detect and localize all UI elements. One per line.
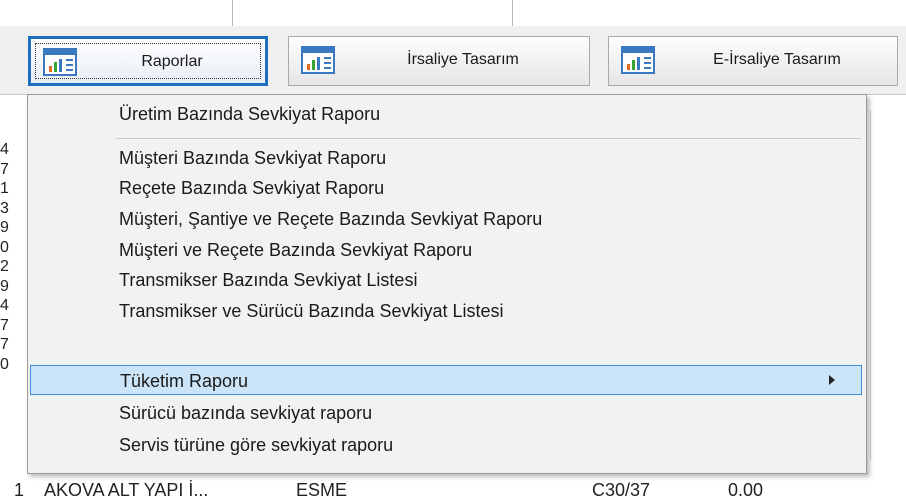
menu-item-label: Servis türüne göre sevkiyat raporu [119,435,394,455]
menu-item-transmixer-driver-list[interactable]: Transmikser ve Sürücü Bazında Sevkiyat L… [30,296,862,326]
menu-item-label: Müşteri, Şantiye ve Reçete Bazında Sevki… [119,209,543,229]
menu-item-production-shipment-report[interactable]: Üretim Bazında Sevkiyat Raporu [30,99,862,129]
menu-item-label: Üretim Bazında Sevkiyat Raporu [119,104,381,124]
submenu-arrow-icon [829,375,835,385]
grid-cell: 4 [0,141,9,158]
menu-item-transmixer-shipment-list[interactable]: Transmikser Bazında Sevkiyat Listesi [30,265,862,295]
grid-right-column [870,110,906,460]
waybill-design-button[interactable]: İrsaliye Tasarım [288,36,590,86]
report-chart-icon [43,48,77,76]
grid-cell: 7 [0,336,9,353]
grid-cell: 9 [0,219,9,236]
grid-cell: 1 [0,180,9,197]
menu-separator [116,138,861,139]
menu-item-label: Transmikser Bazında Sevkiyat Listesi [119,270,418,290]
grid-cell: 0 [0,355,9,373]
menu-item-recipe-shipment-report[interactable]: Reçete Bazında Sevkiyat Raporu [30,173,862,203]
customer-cell: AKOVA ALT YAPI İ... [44,480,209,500]
grid-cell: 4 [0,297,9,314]
report-chart-icon [621,46,655,74]
reports-dropdown-menu: Üretim Bazında Sevkiyat Raporu Müşteri B… [27,94,867,474]
menu-item-label: Müşteri Bazında Sevkiyat Raporu [119,148,387,168]
reports-button-label: Raporlar [141,53,203,70]
column-divider [232,0,233,26]
menu-item-label: Reçete Bazında Sevkiyat Raporu [119,178,385,198]
toolbar: Raporlar İrsaliye Tasarım E-İrsaliye Tas… [0,26,906,94]
quantity-cell: 0.00 [728,480,764,500]
menu-item-consumption-report[interactable]: Tüketim Raporu [30,365,862,395]
menu-item-label: Transmikser ve Sürücü Bazında Sevkiyat L… [119,301,504,321]
grid-cell: 0 [0,238,9,256]
grid-cell: 9 [0,277,9,295]
e-waybill-design-button[interactable]: E-İrsaliye Tasarım [608,36,898,86]
report-chart-icon [301,46,335,74]
menu-item-label: Müşteri ve Reçete Bazında Sevkiyat Rapor… [119,240,473,260]
top-strip [0,0,906,27]
menu-item-label: Sürücü bazında sevkiyat raporu [119,403,373,423]
menu-item-label: Tüketim Raporu [120,371,249,391]
row-number: 1 [14,480,25,500]
column-divider [512,0,513,26]
menu-item-driver-shipment-report[interactable]: Sürücü bazında sevkiyat raporu [30,398,862,428]
menu-item-customer-recipe-report[interactable]: Müşteri ve Reçete Bazında Sevkiyat Rapor… [30,235,862,265]
menu-item-customer-shipment-report[interactable]: Müşteri Bazında Sevkiyat Raporu [30,143,862,173]
grid-cell: 7 [0,316,9,334]
e-waybill-design-button-label: E-İrsaliye Tasarım [713,51,841,68]
reports-button[interactable]: Raporlar [28,36,268,86]
grid-cell: 3 [0,199,9,217]
waybill-design-button-label: İrsaliye Tasarım [407,51,519,68]
table-row[interactable]: 1 AKOVA ALT YAPI İ... ESME C30/37 0.00 [0,470,906,503]
grid-left-column: 4 7 1 3 9 0 2 9 4 7 7 0 [0,140,14,374]
recipe-cell: C30/37 [592,480,651,500]
menu-item-service-type-report[interactable]: Servis türüne göre sevkiyat raporu [30,430,862,460]
grid-cell: 7 [0,160,9,178]
site-cell: ESME [296,480,348,500]
menu-item-customer-site-recipe-report[interactable]: Müşteri, Şantiye ve Reçete Bazında Sevki… [30,204,862,234]
grid-cell: 2 [0,258,9,275]
